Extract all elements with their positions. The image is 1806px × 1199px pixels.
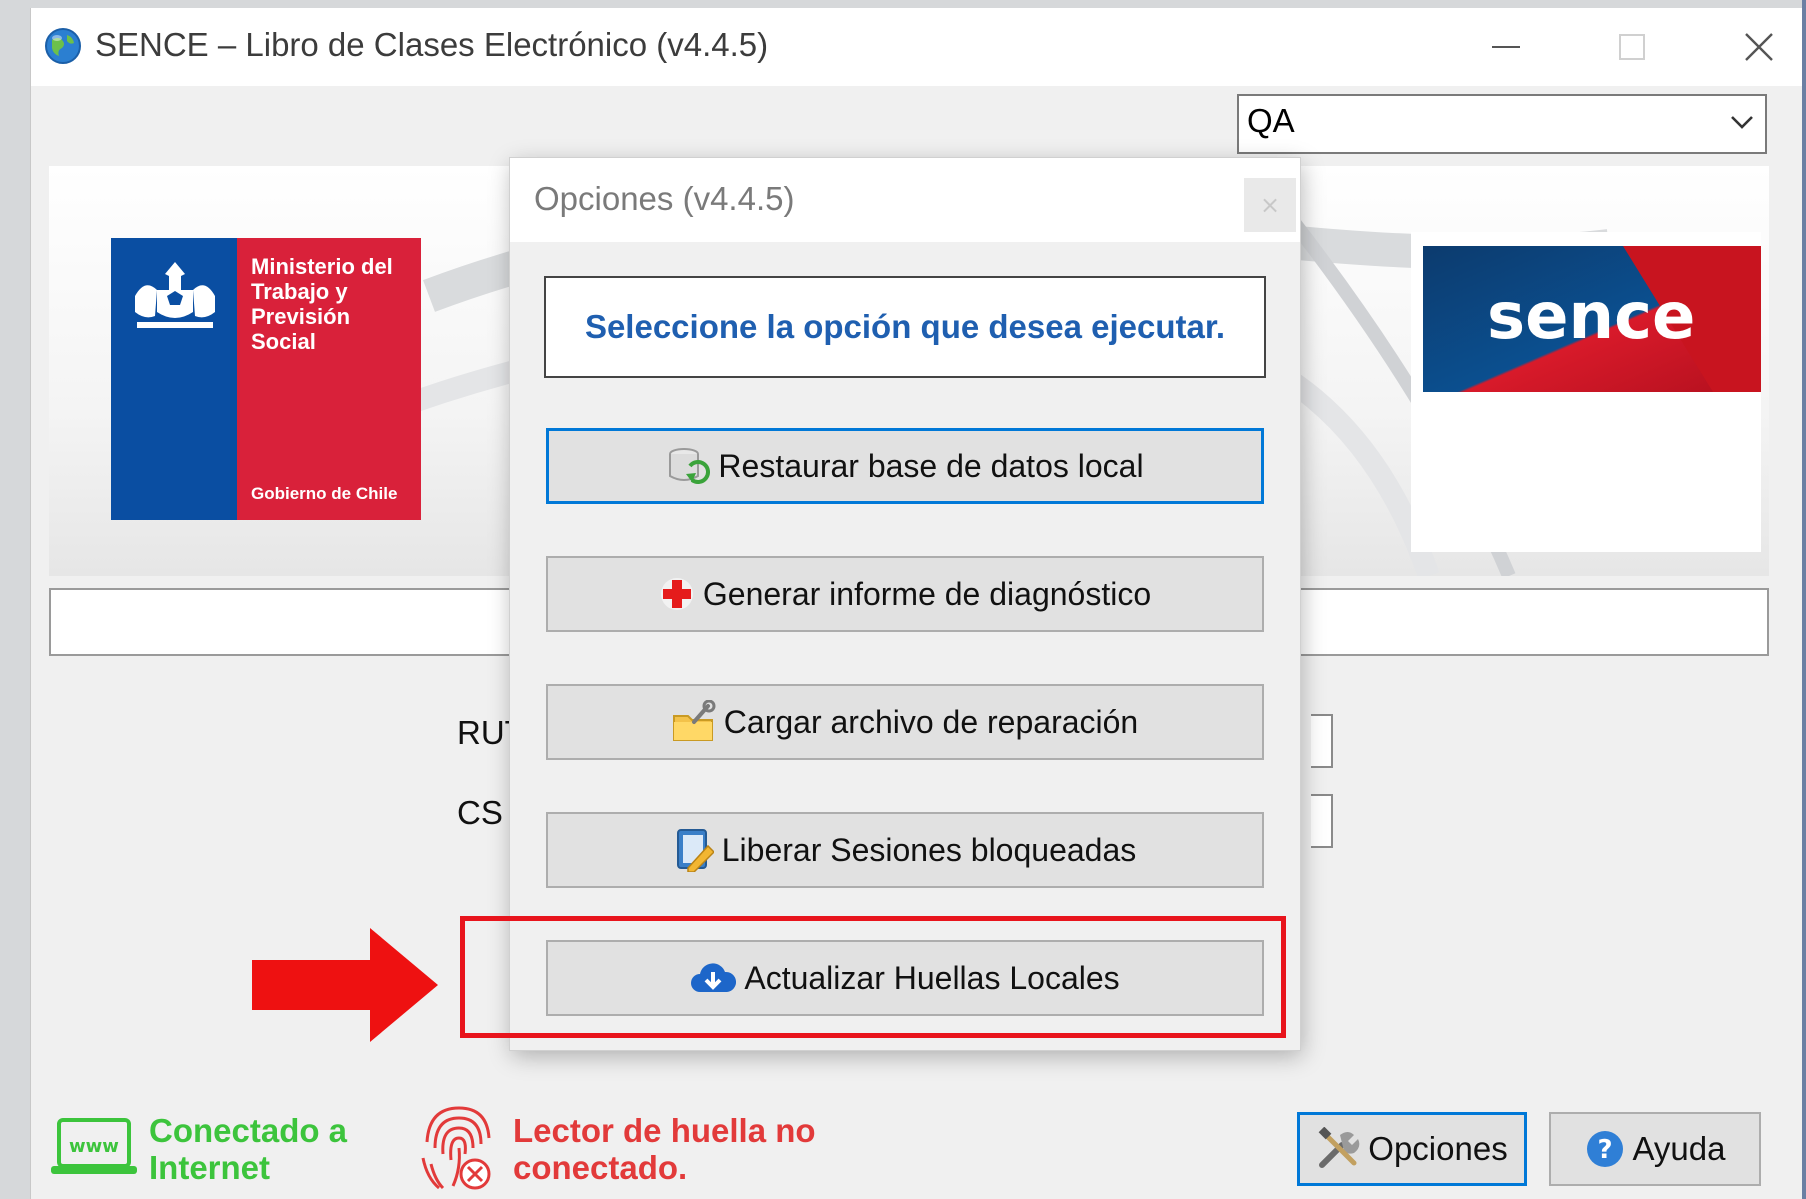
instruction-text: Seleccione la opción que desea ejecutar. — [584, 308, 1226, 345]
close-icon — [1745, 33, 1773, 61]
restore-local-database-label: Restaurar base de datos local — [718, 447, 1144, 484]
notebook-pencil-icon — [676, 829, 714, 872]
fingerprint-reader-status: Lector de huella no conectado. — [513, 1112, 816, 1186]
opciones-button[interactable]: Opciones — [1297, 1112, 1527, 1186]
government-label: Gobierno de Chile — [251, 484, 398, 503]
help-icon: ? — [1586, 1131, 1623, 1167]
tools-icon — [1318, 1127, 1360, 1168]
folder-wrench-icon — [672, 700, 716, 741]
minimize-button[interactable] — [1461, 18, 1551, 76]
opciones-label: Opciones — [1368, 1130, 1508, 1167]
environment-select-value: QA — [1247, 102, 1295, 139]
sence-logo-panel: sence — [1411, 232, 1761, 552]
globe-app-icon — [45, 28, 81, 64]
sence-logo-text: sence — [1487, 280, 1695, 354]
options-dialog-title-bar: Opciones (v4.4.5) × — [510, 158, 1300, 242]
window-title: SENCE – Libro de Clases Electrónico (v4.… — [95, 26, 769, 63]
red-highlight-annotation — [460, 916, 1286, 1038]
title-bar: SENCE – Libro de Clases Electrónico (v4.… — [31, 8, 1803, 86]
minimize-icon — [1492, 46, 1520, 48]
load-repair-file-button[interactable]: Cargar archivo de reparación — [546, 684, 1264, 760]
generate-diagnostic-report-button[interactable]: Generar informe de diagnóstico — [546, 556, 1264, 632]
options-dialog-close-button[interactable]: × — [1244, 178, 1296, 232]
internet-connection-icon: www — [51, 1118, 137, 1174]
ministry-logo: Ministerio del Trabajo y Previsión Socia… — [111, 238, 421, 520]
options-dialog-title: Opciones (v4.4.5) — [534, 180, 795, 217]
red-arrow-annotation — [252, 928, 438, 1042]
ministry-name: Ministerio del Trabajo y Previsión Socia… — [251, 254, 393, 354]
restore-local-database-button[interactable]: Restaurar base de datos local — [546, 428, 1264, 504]
red-cross-icon — [660, 578, 693, 610]
generate-diagnostic-report-label: Generar informe de diagnóstico — [702, 575, 1152, 612]
database-restore-icon — [669, 448, 711, 484]
coat-of-arms-icon — [135, 262, 215, 328]
release-locked-sessions-button[interactable]: Liberar Sesiones bloqueadas — [546, 812, 1264, 888]
environment-select[interactable]: QA — [1237, 94, 1767, 154]
cs-input[interactable] — [1311, 794, 1333, 848]
close-button[interactable] — [1714, 18, 1804, 76]
chevron-down-icon — [1731, 116, 1753, 129]
desktop-edge — [1802, 0, 1806, 1199]
maximize-button[interactable] — [1587, 18, 1677, 76]
svg-text:www: www — [69, 1136, 119, 1157]
release-locked-sessions-label: Liberar Sesiones bloqueadas — [721, 831, 1137, 868]
ayuda-label: Ayuda — [1632, 1130, 1726, 1167]
internet-status: Conectado a Internet — [149, 1112, 348, 1186]
maximize-icon — [1619, 34, 1645, 60]
fingerprint-icon — [421, 1106, 491, 1190]
load-repair-file-label: Cargar archivo de reparación — [723, 703, 1139, 740]
rut-input[interactable] — [1311, 714, 1333, 768]
sence-logo: sence — [1423, 246, 1761, 392]
instruction-box: Seleccione la opción que desea ejecutar. — [544, 276, 1266, 378]
ayuda-button[interactable]: ? Ayuda — [1549, 1112, 1761, 1186]
svg-text:?: ? — [1597, 1135, 1612, 1165]
